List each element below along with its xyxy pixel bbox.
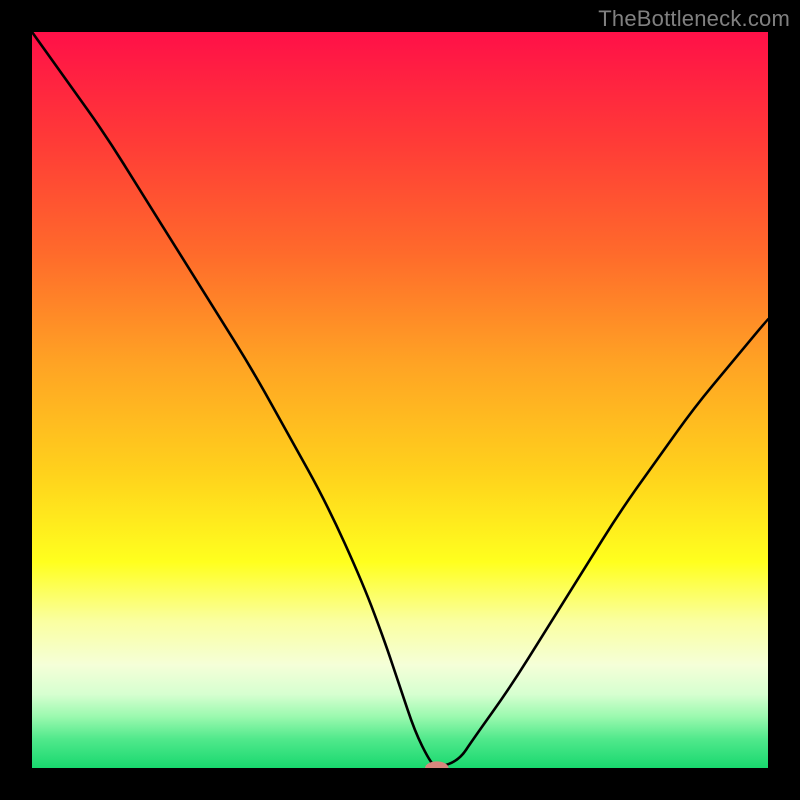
plot-area bbox=[32, 32, 768, 768]
attribution-label: TheBottleneck.com bbox=[598, 6, 790, 32]
chart-stage: TheBottleneck.com bbox=[0, 0, 800, 800]
optimal-marker bbox=[425, 761, 449, 768]
bottleneck-curve bbox=[32, 32, 768, 768]
